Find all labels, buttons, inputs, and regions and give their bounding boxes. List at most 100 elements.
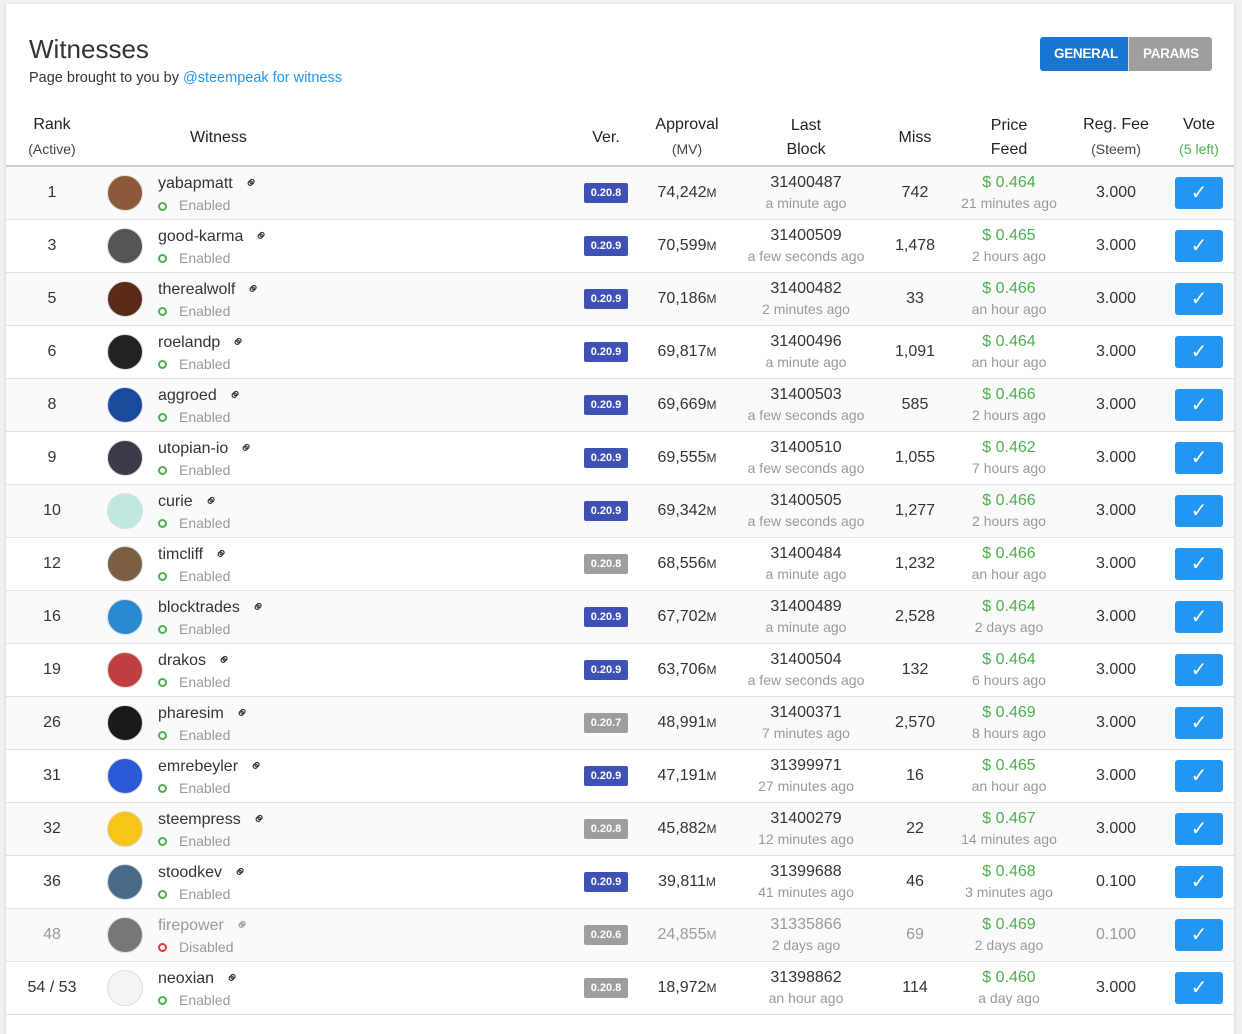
approval: 24,855M bbox=[642, 908, 732, 962]
witness-name[interactable]: yabapmatt bbox=[158, 175, 233, 192]
vote-button[interactable]: ✓ bbox=[1175, 653, 1223, 686]
rank: 6 bbox=[6, 325, 98, 379]
avatar[interactable] bbox=[107, 492, 143, 529]
reg-fee: 3.000 bbox=[1068, 166, 1164, 220]
tab-general[interactable]: GENERAL bbox=[1040, 37, 1128, 71]
last-block: 31400489 a minute ago bbox=[732, 590, 880, 644]
avatar[interactable] bbox=[107, 333, 143, 370]
rank: 9 bbox=[6, 431, 98, 485]
link-icon[interactable]: ⚭ bbox=[210, 542, 234, 566]
reg-fee: 3.000 bbox=[1068, 696, 1164, 750]
col-approval[interactable]: Approval (MV) bbox=[642, 110, 732, 167]
status-dot-icon bbox=[158, 890, 167, 900]
vote-button[interactable]: ✓ bbox=[1175, 812, 1223, 845]
witness-name[interactable]: aggroed bbox=[158, 387, 217, 404]
link-icon[interactable]: ⚭ bbox=[250, 224, 274, 248]
witness-name[interactable]: roelandp bbox=[158, 334, 220, 351]
avatar[interactable] bbox=[107, 545, 143, 582]
witness-name[interactable]: drakos bbox=[158, 652, 206, 669]
witness-name[interactable]: timcliff bbox=[158, 546, 203, 563]
avatar[interactable] bbox=[107, 227, 143, 264]
view-tabs: GENERAL PARAMS bbox=[1040, 37, 1212, 71]
vote-button[interactable]: ✓ bbox=[1175, 494, 1223, 527]
vote-button[interactable]: ✓ bbox=[1175, 176, 1223, 209]
steempeak-link[interactable]: @steempeak for witness bbox=[183, 70, 342, 86]
avatar[interactable] bbox=[107, 280, 143, 317]
vote-button[interactable]: ✓ bbox=[1175, 865, 1223, 898]
link-icon[interactable]: ⚭ bbox=[224, 383, 248, 407]
status-dot-icon bbox=[158, 360, 167, 370]
vote-button[interactable]: ✓ bbox=[1175, 706, 1223, 739]
miss: 1,055 bbox=[880, 431, 950, 485]
price-feed: $ 0.466 an hour ago bbox=[950, 272, 1068, 326]
reg-fee: 0.100 bbox=[1068, 908, 1164, 962]
col-rank[interactable]: Rank (Active) bbox=[6, 110, 98, 167]
version-badge: 0.20.9 bbox=[583, 288, 629, 309]
rank: 10 bbox=[6, 484, 98, 538]
vote-button[interactable]: ✓ bbox=[1175, 547, 1223, 580]
col-witness: Witness bbox=[98, 110, 570, 167]
avatar[interactable] bbox=[107, 651, 143, 688]
vote-button[interactable]: ✓ bbox=[1175, 971, 1223, 1004]
witness-name[interactable]: stoodkev bbox=[158, 864, 222, 881]
miss: 2,570 bbox=[880, 696, 950, 750]
price-feed: $ 0.469 2 days ago bbox=[950, 908, 1068, 962]
witness-name[interactable]: firepower bbox=[158, 917, 224, 934]
vote-button[interactable]: ✓ bbox=[1175, 918, 1223, 951]
link-icon[interactable]: ⚭ bbox=[245, 754, 269, 778]
witness-name[interactable]: curie bbox=[158, 493, 193, 510]
vote-button[interactable]: ✓ bbox=[1175, 441, 1223, 474]
witness-name[interactable]: pharesim bbox=[158, 705, 224, 722]
vote-button[interactable]: ✓ bbox=[1175, 759, 1223, 792]
vote-button[interactable]: ✓ bbox=[1175, 282, 1223, 315]
status: Enabled bbox=[158, 568, 570, 584]
link-icon[interactable]: ⚭ bbox=[229, 860, 253, 884]
price-feed: $ 0.465 an hour ago bbox=[950, 749, 1068, 803]
witness-name[interactable]: steempress bbox=[158, 811, 241, 828]
status: Enabled bbox=[158, 780, 570, 796]
witness-name[interactable]: neoxian bbox=[158, 970, 214, 987]
link-icon[interactable]: ⚭ bbox=[213, 648, 237, 672]
avatar[interactable] bbox=[107, 916, 143, 953]
miss: 1,478 bbox=[880, 219, 950, 273]
status-dot-icon bbox=[158, 519, 167, 529]
link-icon[interactable]: ⚭ bbox=[221, 966, 245, 990]
avatar[interactable] bbox=[107, 969, 143, 1006]
link-icon[interactable]: ⚭ bbox=[240, 171, 264, 195]
rank: 31 bbox=[6, 749, 98, 803]
avatar[interactable] bbox=[107, 386, 143, 423]
avatar[interactable] bbox=[107, 757, 143, 794]
status-dot-icon bbox=[158, 996, 167, 1006]
avatar[interactable] bbox=[107, 863, 143, 900]
status: Enabled bbox=[158, 515, 570, 531]
witness-name[interactable]: good-karma bbox=[158, 228, 243, 245]
avatar[interactable] bbox=[107, 598, 143, 635]
link-icon[interactable]: ⚭ bbox=[247, 595, 271, 619]
witness-name[interactable]: blocktrades bbox=[158, 599, 240, 616]
witness-name[interactable]: utopian-io bbox=[158, 440, 228, 457]
miss: 1,091 bbox=[880, 325, 950, 379]
last-block: 31400279 12 minutes ago bbox=[732, 802, 880, 856]
link-icon[interactable]: ⚭ bbox=[231, 701, 255, 725]
tab-params[interactable]: PARAMS bbox=[1128, 37, 1212, 71]
version-badge: 0.20.8 bbox=[583, 818, 629, 839]
link-icon[interactable]: ⚭ bbox=[242, 277, 266, 301]
witness-name[interactable]: therealwolf bbox=[158, 281, 235, 298]
version-badge: 0.20.9 bbox=[583, 659, 629, 680]
vote-button[interactable]: ✓ bbox=[1175, 229, 1223, 262]
link-icon[interactable]: ⚭ bbox=[200, 489, 224, 513]
link-icon[interactable]: ⚭ bbox=[231, 913, 255, 937]
avatar[interactable] bbox=[107, 704, 143, 741]
vote-button[interactable]: ✓ bbox=[1175, 388, 1223, 421]
link-icon[interactable]: ⚭ bbox=[235, 436, 259, 460]
vote-button[interactable]: ✓ bbox=[1175, 600, 1223, 633]
miss: 742 bbox=[880, 166, 950, 220]
witness-name[interactable]: emrebeyler bbox=[158, 758, 238, 775]
avatar[interactable] bbox=[107, 810, 143, 847]
link-icon[interactable]: ⚭ bbox=[227, 330, 251, 354]
status-dot-icon bbox=[158, 678, 167, 688]
link-icon[interactable]: ⚭ bbox=[248, 807, 272, 831]
avatar[interactable] bbox=[107, 174, 143, 211]
avatar[interactable] bbox=[107, 439, 143, 476]
vote-button[interactable]: ✓ bbox=[1175, 335, 1223, 368]
